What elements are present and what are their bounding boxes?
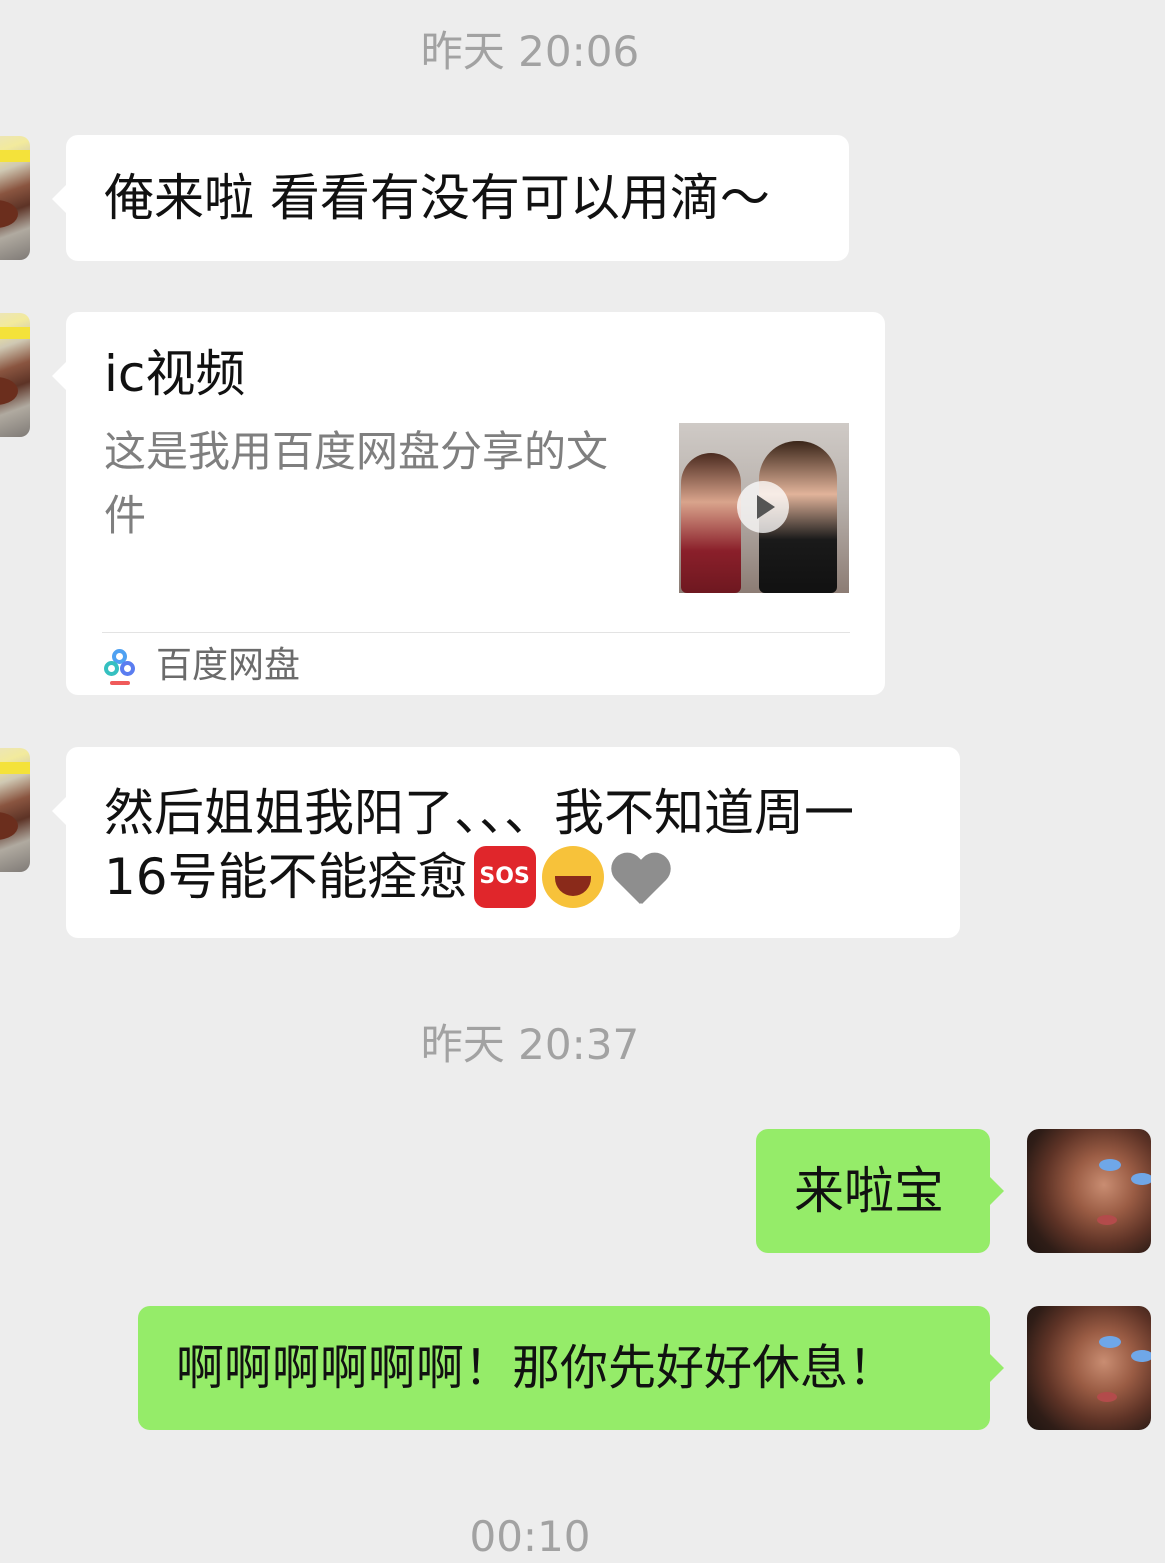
message-text: 啊啊啊啊啊啊！那你先好好休息！: [176, 1340, 897, 1396]
outgoing-message-bubble[interactable]: 来啦宝: [756, 1129, 1004, 1253]
incoming-message-bubble[interactable]: 然后姐姐我阳了、、、我不知道周一 16号能不能痊愈 SOS: [52, 747, 960, 938]
timestamp: 昨天 20:06: [420, 27, 640, 76]
my-avatar[interactable]: [1027, 1306, 1151, 1430]
message-text-line: 然后姐姐我阳了、、、我不知道周一: [104, 784, 854, 842]
play-icon: [737, 481, 789, 533]
share-card-title: ic视频: [104, 345, 246, 403]
contact-avatar[interactable]: [0, 748, 30, 872]
my-avatar[interactable]: [1027, 1129, 1151, 1253]
message-text-line: 16号能不能痊愈: [104, 848, 468, 906]
laughing-tears-icon: [541, 846, 604, 908]
share-card-source-label: 百度网盘: [156, 645, 301, 686]
contact-avatar[interactable]: [0, 313, 30, 437]
timestamp: 昨天 20:37: [420, 1020, 640, 1069]
incoming-message-bubble[interactable]: 俺来啦 看看有没有可以用滴～: [52, 135, 849, 261]
broken-heart-icon: [610, 846, 672, 908]
share-card-description: 这是我用百度网盘分享的文件: [104, 427, 609, 540]
message-text: 俺来啦 看看有没有可以用滴～: [104, 169, 770, 227]
sos-icon: SOS: [473, 846, 536, 908]
message-text: 来啦宝: [794, 1162, 944, 1220]
share-card[interactable]: ic视频 这是我用百度网盘分享的文件 百度网盘: [52, 312, 885, 695]
timestamp: 00:10: [469, 1512, 591, 1561]
share-card-source: 百度网盘: [102, 642, 300, 690]
divider: [102, 632, 850, 633]
contact-avatar[interactable]: [0, 136, 30, 260]
video-thumbnail[interactable]: [679, 423, 849, 593]
outgoing-message-bubble[interactable]: 啊啊啊啊啊啊！那你先好好休息！: [138, 1306, 1004, 1430]
baidu-netdisk-icon: [102, 647, 138, 685]
